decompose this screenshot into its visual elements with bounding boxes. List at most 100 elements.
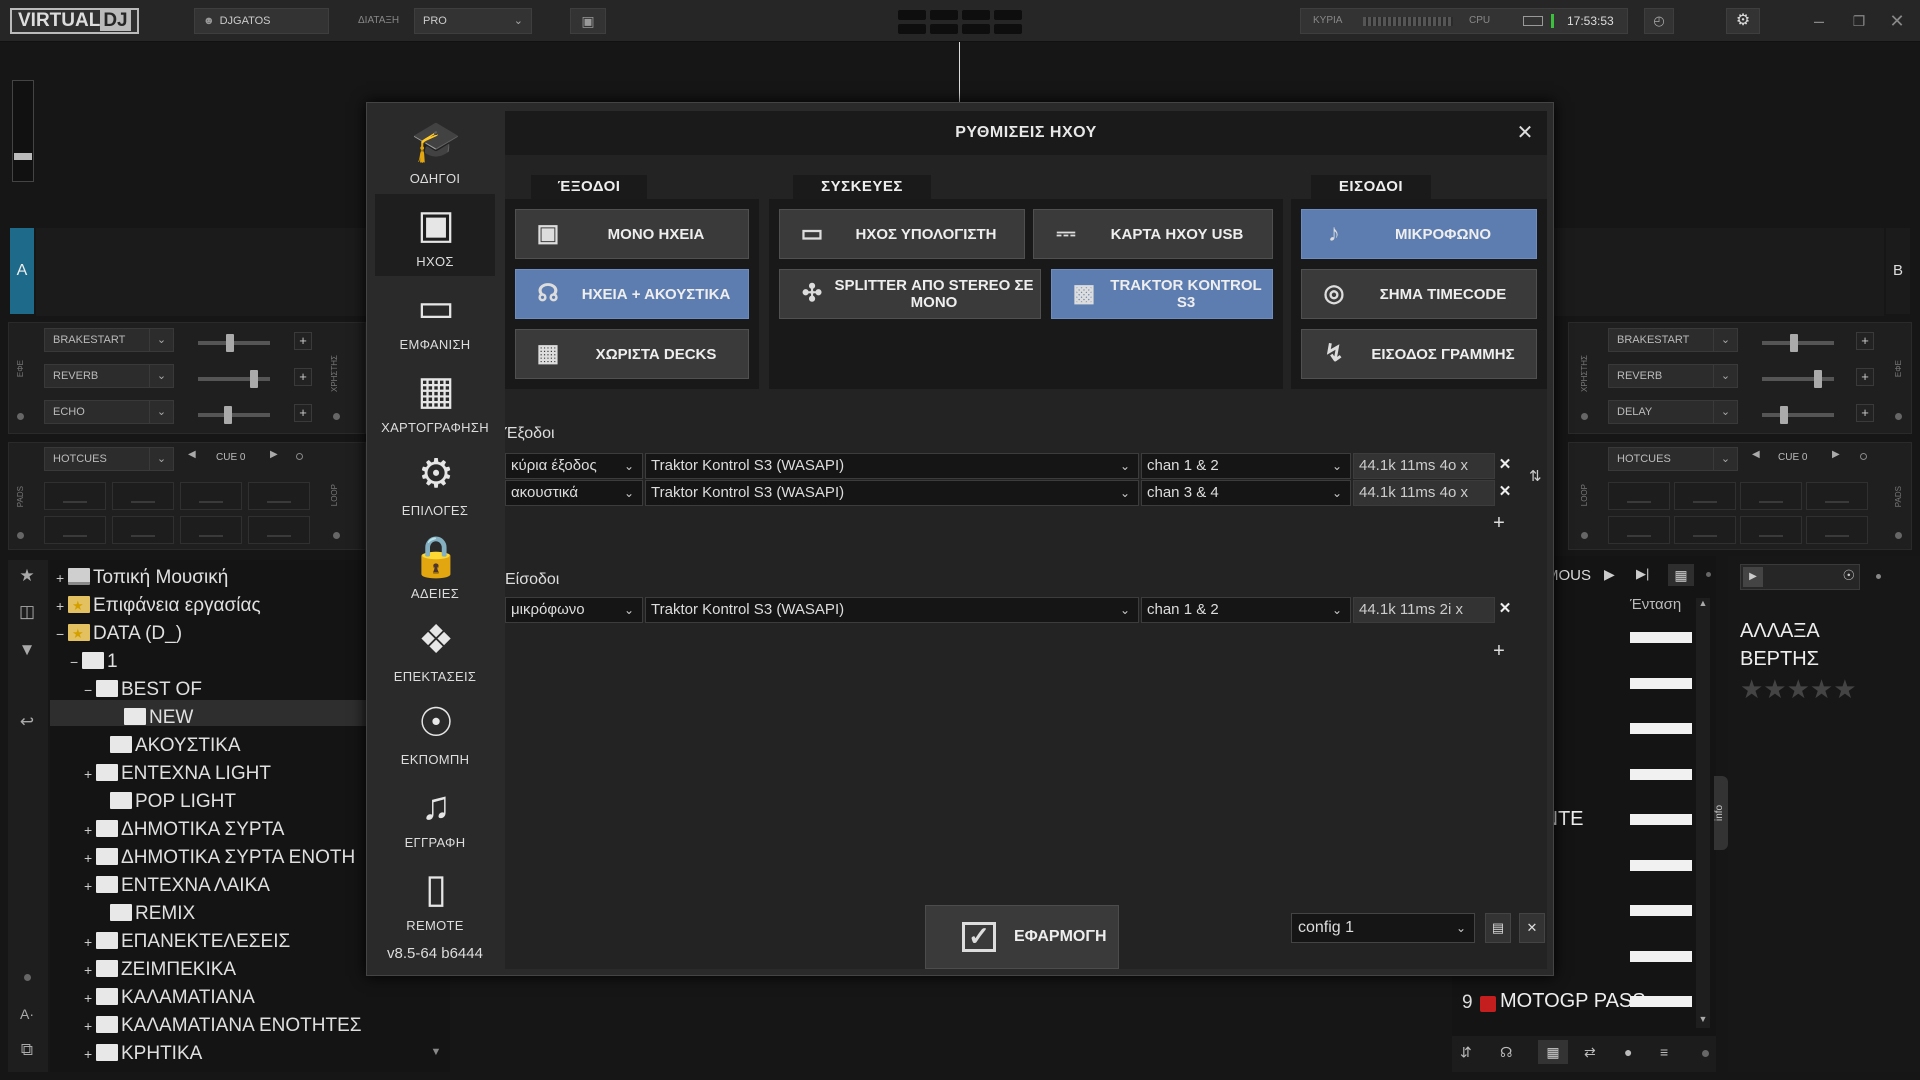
left-cue-next-icon[interactable]: ▶ xyxy=(270,449,278,460)
left-pads-dot[interactable] xyxy=(17,532,24,539)
info-side-tab[interactable]: info xyxy=(1714,776,1728,850)
timecode-signal-button[interactable]: ◎ ΣΗΜΑ TIMECODE xyxy=(1301,269,1537,319)
right-pad-3[interactable] xyxy=(1740,482,1802,510)
output-type-select[interactable]: κύρια έξοδος ⌄ xyxy=(505,453,643,479)
tree-item[interactable]: ΑΚΟΥΣΤΙΚΑ xyxy=(98,734,241,758)
tree-item[interactable]: + ΚΡΗΤΙΚΑ xyxy=(84,1042,202,1066)
left-fx-slot-1[interactable]: BRAKESTART ⌄ xyxy=(44,328,174,352)
grid-view-icon[interactable]: ▦ xyxy=(1668,564,1694,586)
expand-toggle-icon[interactable]: + xyxy=(84,818,96,842)
add-input-button[interactable]: + xyxy=(1489,641,1509,661)
speakers-headphones-button[interactable]: ☊ ΗΧΕΙΑ + ΑΚΟΥΣΤΙΚΑ xyxy=(515,269,749,319)
expand-toggle-icon[interactable]: + xyxy=(84,762,96,786)
right-fx-2-add-button[interactable]: + xyxy=(1856,368,1874,386)
schedule-icon[interactable]: ◴ xyxy=(1644,8,1674,34)
expand-toggle-icon[interactable]: + xyxy=(56,566,68,590)
right-pad-8[interactable] xyxy=(1806,516,1868,544)
back-arrow-icon[interactable]: ↩ xyxy=(12,708,42,736)
right-fx-2-slider[interactable] xyxy=(1762,370,1834,388)
tree-item[interactable]: −1 xyxy=(70,650,118,674)
folder-add-icon[interactable]: ◫ xyxy=(12,598,42,626)
layout-segment-2[interactable] xyxy=(930,10,958,20)
right-pad-mode-select[interactable]: HOTCUES ⌄ xyxy=(1608,447,1738,471)
expand-toggle-icon[interactable]: + xyxy=(84,874,96,898)
speakers-only-button[interactable]: ▣ ΜΟΝΟ ΗΧΕΙΑ xyxy=(515,209,749,259)
computer-sound-button[interactable]: ▭ ΗΧΟΣ ΥΠΟΛΟΓΙΣΤΗ xyxy=(779,209,1025,259)
nav-item-3[interactable]: ▭ ΕΜΦΑΝΙΣΗ xyxy=(375,277,495,359)
right-fx-3-add-button[interactable]: + xyxy=(1856,404,1874,422)
layout-segment-5[interactable] xyxy=(898,24,926,34)
tree-item[interactable]: + ΕΝΤΕΧΝΑ ΛΑΙΚΑ xyxy=(84,874,270,898)
left-pad-7[interactable] xyxy=(180,516,242,544)
left-fx-slot-2[interactable]: REVERB ⌄ xyxy=(44,364,174,388)
nav-item-7[interactable]: ❖ ΕΠΕΚΤΑΣΕΙΣ xyxy=(375,609,495,691)
tree-item[interactable]: + ΖΕΙΜΠΕΚΙΚΑ xyxy=(84,958,236,982)
output-device-select[interactable]: Traktor Kontrol S3 (WASAPI) ⌄ xyxy=(645,453,1139,479)
right-fx-slot-2[interactable]: REVERB ⌄ xyxy=(1608,364,1738,388)
output-type-select[interactable]: ακουστικά ⌄ xyxy=(505,480,643,506)
nav-item-1[interactable]: 🎓 ΟΔΗΓΟΙ xyxy=(375,111,495,193)
traktor-kontrol-s3-button[interactable]: ▩ TRAKTOR KONTROL S3 xyxy=(1051,269,1273,319)
right-pad-2[interactable] xyxy=(1674,482,1736,510)
left-fx-2-slider[interactable] xyxy=(198,370,270,388)
deck-b-indicator[interactable]: B xyxy=(1886,228,1910,314)
tree-item[interactable]: + ΚΑΛΑΜΑΤΙΑΝΑ ΕΝΟΤΗΤΕΣ xyxy=(84,1014,362,1038)
right-user-dot[interactable] xyxy=(1581,413,1588,420)
playlist-dot[interactable] xyxy=(1706,572,1711,577)
right-pad-5[interactable] xyxy=(1608,516,1670,544)
left-cue-prev-icon[interactable]: ◀ xyxy=(188,449,196,460)
left-fx-slot-3[interactable]: ECHO ⌄ xyxy=(44,400,174,424)
layout-segment-4[interactable] xyxy=(994,10,1022,20)
output-channels-select[interactable]: chan 1 & 2 ⌄ xyxy=(1141,453,1351,479)
input-channels-select[interactable]: chan 1 & 2 ⌄ xyxy=(1141,597,1351,623)
expand-toggle-icon[interactable]: + xyxy=(84,986,96,1010)
filter-icon[interactable]: ▼ xyxy=(12,636,42,664)
layout-select[interactable]: PRO ⌄ xyxy=(414,8,532,34)
left-loop-dot[interactable] xyxy=(333,532,340,539)
tree-item[interactable]: + ΔΗΜΟΤΙΚΑ ΣΥΡΤΑ xyxy=(84,818,284,842)
right-pad-4[interactable] xyxy=(1806,482,1868,510)
dialog-close-icon[interactable]: ✕ xyxy=(1513,121,1537,145)
shuffle-icon[interactable]: ⇄ xyxy=(1584,1044,1596,1061)
sidebar-dot[interactable] xyxy=(24,974,31,981)
right-fx-slot-3[interactable]: DELAY ⌄ xyxy=(1608,400,1738,424)
nav-item-10[interactable]: ▯ REMOTE xyxy=(375,858,495,940)
remove-output-icon[interactable]: ✕ xyxy=(1495,482,1515,502)
delete-config-icon[interactable]: ✕ xyxy=(1519,913,1545,943)
output-info-field[interactable]: 44.1k 11ms 4o x xyxy=(1353,480,1495,506)
nav-item-6[interactable]: 🔒 ΑΔΕΙΕΣ xyxy=(375,526,495,608)
splitter-button[interactable]: ✣ SPLITTER ΑΠΟ STEREO ΣΕ ΜΟΝΟ xyxy=(779,269,1041,319)
left-pad-1[interactable] xyxy=(44,482,106,510)
line-input-button[interactable]: ↯ ΕΙΣΟΔΟΣ ΓΡΑΜΜΗΣ xyxy=(1301,329,1537,379)
left-fx-dot[interactable] xyxy=(17,413,24,420)
restore-icon[interactable]: ❐ xyxy=(1844,6,1874,36)
expand-toggle-icon[interactable]: + xyxy=(84,846,96,870)
left-fx-1-slider[interactable] xyxy=(198,334,270,352)
usb-sound-card-button[interactable]: ⎓ ΚΑΡΤΑ ΗΧΟΥ USB xyxy=(1033,209,1273,259)
config-select[interactable]: config 1 ⌄ xyxy=(1291,913,1475,943)
remove-input-icon[interactable]: ✕ xyxy=(1495,599,1515,619)
expand-toggle-icon[interactable]: + xyxy=(84,1014,96,1038)
left-pad-8[interactable] xyxy=(248,516,310,544)
volume-column-header[interactable]: Ένταση xyxy=(1630,596,1681,613)
grid-icon[interactable]: ▦ xyxy=(1538,1040,1568,1064)
layout-segment-7[interactable] xyxy=(962,24,990,34)
playlist-scrollbar[interactable]: ▲ ▼ xyxy=(1696,598,1710,1028)
left-pad-mode-select[interactable]: HOTCUES ⌄ xyxy=(44,447,174,471)
right-pad-1[interactable] xyxy=(1608,482,1670,510)
headphones-icon[interactable]: ☉ xyxy=(1842,567,1855,584)
play-icon[interactable]: ▶ xyxy=(1604,566,1615,583)
output-channels-select[interactable]: chan 3 & 4 ⌄ xyxy=(1141,480,1351,506)
apply-button[interactable]: ✓ ΕΦΑΡΜΟΓΗ xyxy=(925,905,1119,969)
tree-item[interactable]: POP LIGHT xyxy=(98,790,236,814)
left-fx-3-slider[interactable] xyxy=(198,406,270,424)
user-account-button[interactable]: ☻ DJGATOS xyxy=(194,8,329,34)
separate-decks-button[interactable]: ▦ ΧΩΡΙΣΤΑ DECKS xyxy=(515,329,749,379)
left-pad-6[interactable] xyxy=(112,516,174,544)
preview-play-icon[interactable]: ▶ xyxy=(1743,567,1763,587)
right-fx-slot-1[interactable]: BRAKESTART ⌄ xyxy=(1608,328,1738,352)
left-pad-2[interactable] xyxy=(112,482,174,510)
layout-segment-8[interactable] xyxy=(994,24,1022,34)
nav-item-4[interactable]: ▦ ΧΑΡΤΟΓΡΑΦΗΣΗ xyxy=(375,360,495,442)
tree-item[interactable]: + Τοπική Μουσική xyxy=(56,566,228,590)
